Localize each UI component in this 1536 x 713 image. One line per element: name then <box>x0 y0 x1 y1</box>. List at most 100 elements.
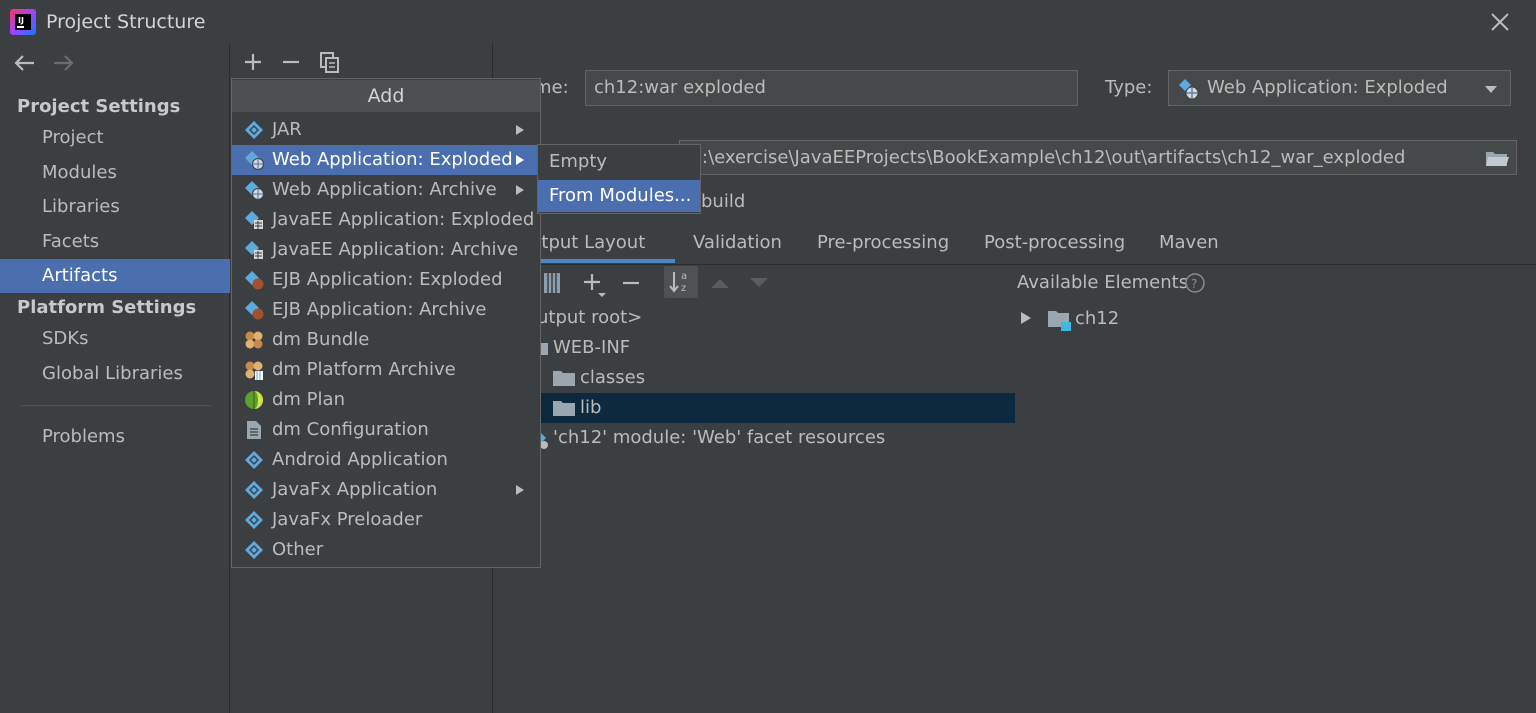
menu-item-ejb-application-exploded[interactable]: EJB Application: Exploded <box>232 265 540 295</box>
svg-text:a: a <box>681 271 687 282</box>
menu-item-label: EJB Application: Archive <box>272 299 487 320</box>
menu-item-web-application-archive[interactable]: Web Application: Archive <box>232 175 540 205</box>
move-up-icon[interactable] <box>709 276 731 290</box>
sidebar-item-project[interactable]: Project <box>0 121 230 155</box>
menu-item-label: EJB Application: Exploded <box>272 269 503 290</box>
tree-output-root[interactable]: utput root> <box>530 303 1015 333</box>
copy-icon[interactable] <box>318 50 342 74</box>
diamond-icon <box>244 540 264 560</box>
tree-lib-label: lib <box>580 397 602 418</box>
menu-item-label: dm Configuration <box>272 419 429 440</box>
svg-text:IJ: IJ <box>18 16 24 25</box>
menu-item-javafx-application[interactable]: JavaFx Application <box>232 475 540 505</box>
tab-validation[interactable]: Validation <box>693 232 782 253</box>
sidebar-item-sdks[interactable]: SDKs <box>0 322 230 356</box>
menu-item-label: Web Application: Archive <box>272 179 497 200</box>
menu-item-android-application[interactable]: Android Application <box>232 445 540 475</box>
diamond-icon <box>244 480 264 500</box>
back-arrow-icon[interactable] <box>12 52 36 74</box>
tree-facet-resources-label: 'ch12' module: 'Web' facet resources <box>553 427 886 448</box>
add-icon[interactable] <box>241 50 265 74</box>
sidebar-item-libraries[interactable]: Libraries <box>0 190 230 224</box>
sidebar-item-modules[interactable]: Modules <box>0 156 230 190</box>
javaee-icon <box>244 210 264 230</box>
menu-item-web-application-exploded[interactable]: Web Application: Exploded <box>232 145 540 175</box>
available-ch12[interactable]: ch12 <box>1075 308 1119 329</box>
bundle-archive-icon <box>244 360 264 380</box>
submenu-arrow-icon <box>515 184 525 196</box>
menu-item-dm-platform-archive[interactable]: dm Platform Archive <box>232 355 540 385</box>
menu-item-other[interactable]: Other <box>232 535 540 565</box>
sort-az-icon[interactable]: az <box>664 266 698 298</box>
sidebar-item-facets[interactable]: Facets <box>0 225 230 259</box>
menu-item-label: JavaEE Application: Archive <box>272 239 519 260</box>
submenu-empty[interactable]: Empty <box>538 146 700 178</box>
help-icon[interactable]: ? <box>1184 272 1206 294</box>
archive-icon[interactable] <box>541 271 563 295</box>
javaee-icon <box>244 240 264 260</box>
menu-item-label: dm Plan <box>272 389 345 410</box>
menu-item-ejb-application-archive[interactable]: EJB Application: Archive <box>232 295 540 325</box>
sidebar-item-problems[interactable]: Problems <box>0 420 230 454</box>
config-file-icon <box>244 420 264 440</box>
folder-browse-icon[interactable] <box>1485 149 1509 167</box>
menu-item-dm-configuration[interactable]: dm Configuration <box>232 415 540 445</box>
menu-item-dm-plan[interactable]: dm Plan <box>232 385 540 415</box>
output-directory-field[interactable]: :\exercise\JavaEEProjects\BookExample\ch… <box>679 140 1517 175</box>
platform-settings-header: Platform Settings <box>17 297 197 318</box>
diamond-icon <box>244 450 264 470</box>
include-in-build-label: build <box>701 191 746 212</box>
bundle-icon <box>244 330 264 350</box>
forward-arrow-icon[interactable] <box>52 52 76 74</box>
menu-title: Add <box>232 80 540 112</box>
tab-pre-processing[interactable]: Pre-processing <box>817 232 949 253</box>
window-title: Project Structure <box>46 11 206 33</box>
sidebar-item-artifacts[interactable]: Artifacts <box>0 259 230 293</box>
type-label: Type: <box>1105 77 1153 98</box>
menu-item-javafx-preloader[interactable]: JavaFx Preloader <box>232 505 540 535</box>
menu-item-label: JavaEE Application: Exploded <box>272 209 535 230</box>
menu-item-javaee-application-archive[interactable]: JavaEE Application: Archive <box>232 235 540 265</box>
move-down-icon[interactable] <box>748 276 770 290</box>
add-element-icon[interactable] <box>582 271 610 299</box>
submenu-from-modules[interactable]: From Modules... <box>538 180 700 212</box>
menu-item-jar[interactable]: JAR <box>232 115 540 145</box>
svg-text:?: ? <box>1191 277 1197 291</box>
remove-icon[interactable] <box>279 50 303 74</box>
ejb-icon <box>244 270 264 290</box>
active-tab-indicator <box>530 259 675 263</box>
tree-facet-resources[interactable]: 'ch12' module: 'Web' facet resources <box>530 423 1015 453</box>
menu-item-label: JAR <box>272 119 302 140</box>
folder-icon <box>552 369 576 387</box>
tab-maven[interactable]: Maven <box>1159 232 1219 253</box>
tabs-divider <box>494 264 1536 265</box>
submenu-arrow-icon <box>515 484 525 496</box>
expand-arrow-icon[interactable] <box>1020 311 1032 325</box>
tree-web-inf[interactable]: WEB-INF <box>530 333 1015 363</box>
plan-icon <box>244 390 264 410</box>
tab-post-processing[interactable]: Post-processing <box>984 232 1125 253</box>
folder-icon <box>552 399 576 417</box>
menu-item-label: JavaFx Preloader <box>272 509 423 530</box>
chevron-down-icon <box>1484 84 1498 94</box>
sidebar-item-global-libraries[interactable]: Global Libraries <box>0 357 230 391</box>
tree-classes-label: classes <box>580 367 646 388</box>
tree-web-inf-label: WEB-INF <box>553 337 631 358</box>
menu-item-javaee-application-exploded[interactable]: JavaEE Application: Exploded <box>232 205 540 235</box>
menu-item-label: dm Bundle <box>272 329 370 350</box>
remove-element-icon[interactable] <box>620 271 642 295</box>
menu-item-label: JavaFx Application <box>272 479 438 500</box>
type-select[interactable]: Web Application: Exploded <box>1168 70 1511 106</box>
ejb-icon <box>244 300 264 320</box>
project-settings-header: Project Settings <box>17 96 181 117</box>
name-field[interactable]: ch12:war exploded <box>585 70 1078 106</box>
tree-classes[interactable]: classes <box>530 363 1015 393</box>
menu-item-label: dm Platform Archive <box>272 359 456 380</box>
close-icon[interactable] <box>1489 11 1511 33</box>
menu-item-dm-bundle[interactable]: dm Bundle <box>232 325 540 355</box>
svg-text:z: z <box>681 283 686 294</box>
tab-output-layout[interactable]: utput Layout <box>530 232 645 253</box>
tree-lib[interactable]: lib <box>530 393 1015 423</box>
module-folder-icon <box>1047 308 1073 332</box>
web-diamond-icon <box>244 180 264 200</box>
